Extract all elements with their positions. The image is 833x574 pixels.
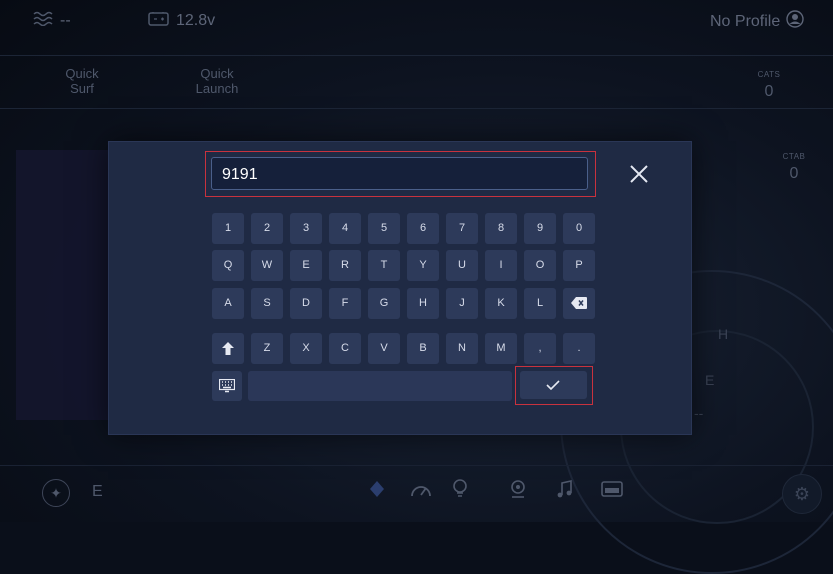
water-temp-value: -- (60, 11, 71, 29)
key-a[interactable]: A (212, 288, 244, 319)
key-s[interactable]: S (251, 288, 283, 319)
key-8[interactable]: 8 (485, 213, 517, 244)
key-3[interactable]: 3 (290, 213, 322, 244)
confirm-button[interactable] (520, 371, 587, 399)
side-stat-2-value: 0 (789, 165, 799, 182)
text-input[interactable]: 9191 (211, 157, 588, 190)
key-m[interactable]: M (485, 333, 517, 364)
keyboard-icon (218, 378, 236, 393)
lightbulb-icon[interactable] (447, 478, 473, 504)
key-5[interactable]: 5 (368, 213, 400, 244)
battery-voltage: 12.8v (176, 11, 216, 29)
profile-label: No Profile (710, 12, 781, 30)
key-d[interactable]: D (290, 288, 322, 319)
quick-surf-button[interactable]: Quick Surf (22, 66, 142, 96)
location-icon[interactable] (505, 478, 531, 504)
shift-arrow-icon (222, 342, 234, 355)
key-9[interactable]: 9 (524, 213, 556, 244)
key-o[interactable]: O (524, 250, 556, 281)
space-key[interactable] (248, 371, 512, 401)
keyboard-modal: 9191 1 2 3 4 5 6 7 8 9 0 Q W E R T Y U I… (108, 141, 692, 435)
backspace-key[interactable] (563, 288, 595, 319)
boat-icon[interactable] (364, 478, 390, 504)
side-stat-2-label: CTAB (782, 152, 806, 161)
key-q[interactable]: Q (212, 250, 244, 281)
close-button[interactable] (623, 158, 655, 190)
backspace-icon (571, 297, 587, 309)
key-y[interactable]: Y (407, 250, 439, 281)
key-f[interactable]: F (329, 288, 361, 319)
key-k[interactable]: K (485, 288, 517, 319)
checkmark-icon (546, 380, 560, 391)
key-g[interactable]: G (368, 288, 400, 319)
side-stat-1-value: 0 (764, 83, 774, 100)
key-p[interactable]: P (563, 250, 595, 281)
battery-status: 12.8v (148, 10, 215, 31)
key-z[interactable]: Z (251, 333, 283, 364)
key-1[interactable]: 1 (212, 213, 244, 244)
key-0[interactable]: 0 (563, 213, 595, 244)
user-icon (786, 10, 804, 33)
compass-icon: ✦ (42, 479, 70, 507)
left-panel (16, 150, 108, 420)
key-c[interactable]: C (329, 333, 361, 364)
gauge-dash: -- (694, 405, 704, 421)
compass-heading: E (92, 483, 103, 500)
confirm-highlight (515, 366, 593, 405)
key-t[interactable]: T (368, 250, 400, 281)
side-stat-1: CATS 0 (744, 70, 794, 101)
water-temp-icon (32, 10, 54, 31)
key-w[interactable]: W (251, 250, 283, 281)
key-h[interactable]: H (407, 288, 439, 319)
side-stat-2: CTAB 0 (769, 152, 819, 183)
status-bar: -- 12.8v No Profile (0, 0, 833, 44)
profile-button[interactable]: No Profile (710, 10, 804, 33)
shift-key[interactable] (212, 333, 244, 364)
key-j[interactable]: J (446, 288, 478, 319)
key-6[interactable]: 6 (407, 213, 439, 244)
speed-icon[interactable] (408, 478, 434, 504)
key-u[interactable]: U (446, 250, 478, 281)
key-v[interactable]: V (368, 333, 400, 364)
gauge-letter-e: E (705, 372, 715, 388)
key-x[interactable]: X (290, 333, 322, 364)
key-4[interactable]: 4 (329, 213, 361, 244)
display-icon[interactable] (599, 478, 625, 504)
battery-icon (148, 10, 170, 31)
close-icon (630, 165, 648, 183)
key-7[interactable]: 7 (446, 213, 478, 244)
side-stat-1-label: CATS (757, 70, 781, 79)
water-temp-status: -- (32, 10, 71, 31)
key-i[interactable]: I (485, 250, 517, 281)
key-2[interactable]: 2 (251, 213, 283, 244)
key-e[interactable]: E (290, 250, 322, 281)
keyboard-toggle-key[interactable] (212, 371, 242, 401)
key-n[interactable]: N (446, 333, 478, 364)
key-comma[interactable]: , (524, 333, 556, 364)
quick-launch-button[interactable]: Quick Launch (157, 66, 277, 96)
key-period[interactable]: . (563, 333, 595, 364)
input-highlight: 9191 (205, 151, 596, 197)
gauge-letter-h: H (718, 326, 729, 342)
key-r[interactable]: R (329, 250, 361, 281)
key-l[interactable]: L (524, 288, 556, 319)
key-b[interactable]: B (407, 333, 439, 364)
music-icon[interactable] (552, 478, 578, 504)
quick-bar: Quick Surf Quick Launch (0, 55, 833, 109)
settings-icon[interactable]: ⚙ (782, 474, 822, 514)
